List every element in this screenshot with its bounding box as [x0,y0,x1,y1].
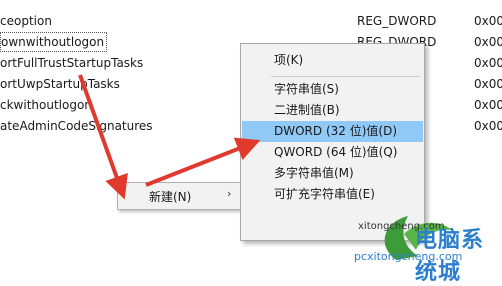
value-name: ceoption [0,14,52,28]
menu-item-label: 项(K) [274,53,304,67]
menu-item-label: DWORD (32 位)值(D) [274,124,397,138]
menu-item-dword-value[interactable]: DWORD (32 位)值(D) [242,121,423,142]
menu-item-label: 字符串值(S) [274,82,339,96]
value-name: ortFullTrustStartupTasks [0,56,144,70]
value-name: ckwithoutlogon [0,98,92,112]
menu-item-qword-value[interactable]: QWORD (64 位)值(Q) [242,142,423,163]
value-name: ateAdminCodeSignatures [0,119,153,133]
watermark-url: pcxitongcheng.com [354,250,463,263]
menu-item-binary-value[interactable]: 二进制值(B) [242,100,423,121]
menu-item-string-value[interactable]: 字符串值(S) [242,79,423,100]
menu-item-label: 二进制值(B) [274,103,340,117]
chevron-right-icon: › [227,187,232,200]
arrow-to-dword-icon [145,137,261,187]
value-data: 0x00 [474,56,502,70]
context-menu-new[interactable]: 新建(N) › [117,182,243,210]
value-data: 0x00 [474,14,502,28]
value-data: 0x00 [474,35,502,49]
menu-item-multi-string-value[interactable]: 多字符串值(M) [242,163,423,184]
new-menu-label: 新建(N) [149,190,192,204]
menu-item-key[interactable]: 项(K) [242,50,423,71]
value-data: 0x00 [474,98,502,112]
value-type: REG_DWORD [357,14,437,28]
value-data: 0x00 [474,119,502,133]
menu-item-label: QWORD (64 位)值(Q) [274,145,398,159]
menu-separator [271,76,421,77]
value-name: ownwithoutlogon [0,32,108,52]
value-data: 0x00 [474,77,502,91]
menu-item-label: 多字符串值(M) [274,166,354,180]
value-name: ortUwpStartupTasks [0,77,120,91]
